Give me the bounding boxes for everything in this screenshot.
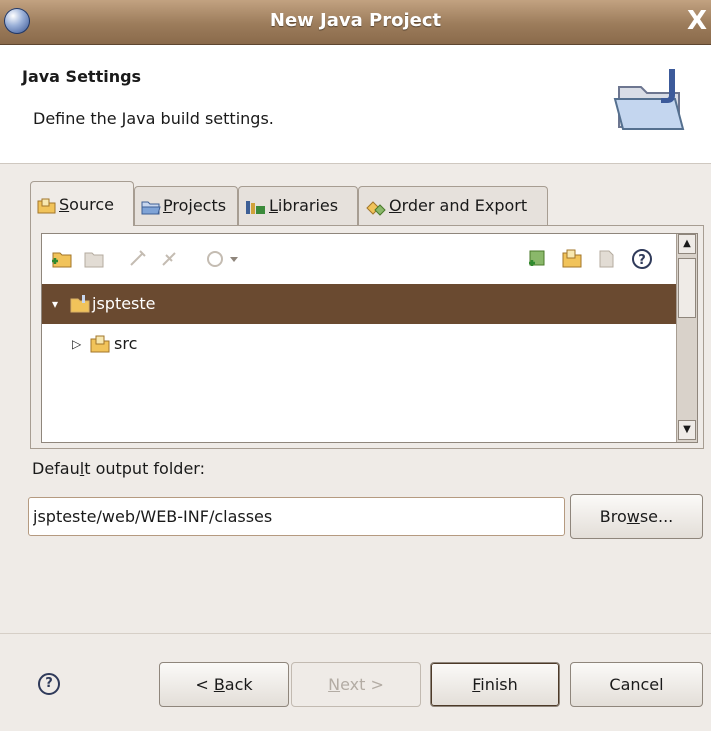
remove-icon[interactable] [158,247,182,271]
expanded-arrow-icon[interactable]: ▾ [52,284,58,324]
edit-icon[interactable] [126,247,150,271]
add-library-icon[interactable] [526,247,550,271]
footer-divider [0,633,711,634]
tab-order-label: rder and Export [401,196,528,215]
tab-projects[interactable]: Projects [134,186,238,225]
source-folder-icon [37,198,56,213]
tab-libraries-mnemonic: L [269,196,278,215]
tree-toolbar: ? [42,234,678,284]
scroll-down-button[interactable]: ▼ [678,420,696,440]
browse-mnemonic: w [626,507,640,526]
vertical-scrollbar[interactable]: ▲ ▼ [676,234,697,442]
tree-item-jspteste[interactable]: ▾ jspteste [42,284,678,324]
scroll-up-button[interactable]: ▲ [678,234,696,254]
browse-label: Bro [599,507,627,526]
browse-label: se... [639,507,674,526]
new-source-folder-icon[interactable] [560,247,584,271]
tree-item-label: src [114,334,138,353]
cancel-button[interactable]: Cancel [570,662,703,707]
tab-source[interactable]: Source [30,181,134,226]
back-button[interactable]: < Back [159,662,289,707]
page-title: Java Settings [22,67,142,86]
close-button[interactable]: X [687,4,711,38]
back-mnemonic: B [213,675,225,694]
window-title: New Java Project [269,10,442,31]
collapsed-arrow-icon[interactable]: ▷ [72,324,81,364]
tab-libraries-label: ibraries [277,196,339,215]
tab-source-mnemonic: S [59,195,70,214]
tab-projects-mnemonic: P [163,196,173,215]
next-mnemonic: N [328,675,341,694]
tree-item-label: jspteste [92,294,156,313]
back-label: < [195,675,214,694]
source-tree[interactable]: ? ▾ jspteste ▷ src ▲ ▼ [41,233,698,443]
browse-button[interactable]: Browse... [570,494,703,539]
new-java-project-dialog: New Java Project X Java Settings Define … [0,0,711,731]
finish-button[interactable]: Finish [430,662,560,707]
tab-libraries[interactable]: Libraries [238,186,358,225]
wizard-header: Java Settings Define the Java build sett… [0,45,711,164]
project-folder-icon [70,295,90,313]
help-button-icon[interactable]: ? [38,673,60,695]
order-export-icon [366,200,386,216]
tab-projects-label: rojects [172,196,227,215]
back-label: ack [224,675,253,694]
java-folder-wizard-icon [613,69,685,130]
configure-dropdown-icon[interactable] [204,247,244,271]
projects-icon [141,201,161,214]
tab-order-and-export[interactable]: Order and Export [358,186,548,225]
add-folder-icon[interactable] [50,247,74,271]
link-folder-icon[interactable] [82,247,106,271]
next-button[interactable]: Next > [291,662,421,707]
tab-order-mnemonic: O [389,196,402,215]
output-folder-field[interactable] [28,497,565,536]
output-folder-label: Default output folder: [32,459,205,478]
tree-item-src[interactable]: ▷ src [42,324,678,364]
scroll-thumb[interactable] [678,258,696,318]
label-part: t output folder: [84,459,205,478]
page-description: Define the Java build settings. [33,109,274,128]
tab-source-label: ource [69,195,114,214]
libraries-icon [246,200,265,214]
remove-source-icon[interactable] [594,247,618,271]
help-icon[interactable]: ? [630,247,654,271]
label-part: Defau [32,459,80,478]
svg-text:?: ? [638,253,646,268]
title-bar[interactable]: New Java Project X [0,0,711,45]
source-folder-icon [90,335,110,353]
next-label: ext > [340,675,384,694]
finish-label: inish [480,675,518,694]
